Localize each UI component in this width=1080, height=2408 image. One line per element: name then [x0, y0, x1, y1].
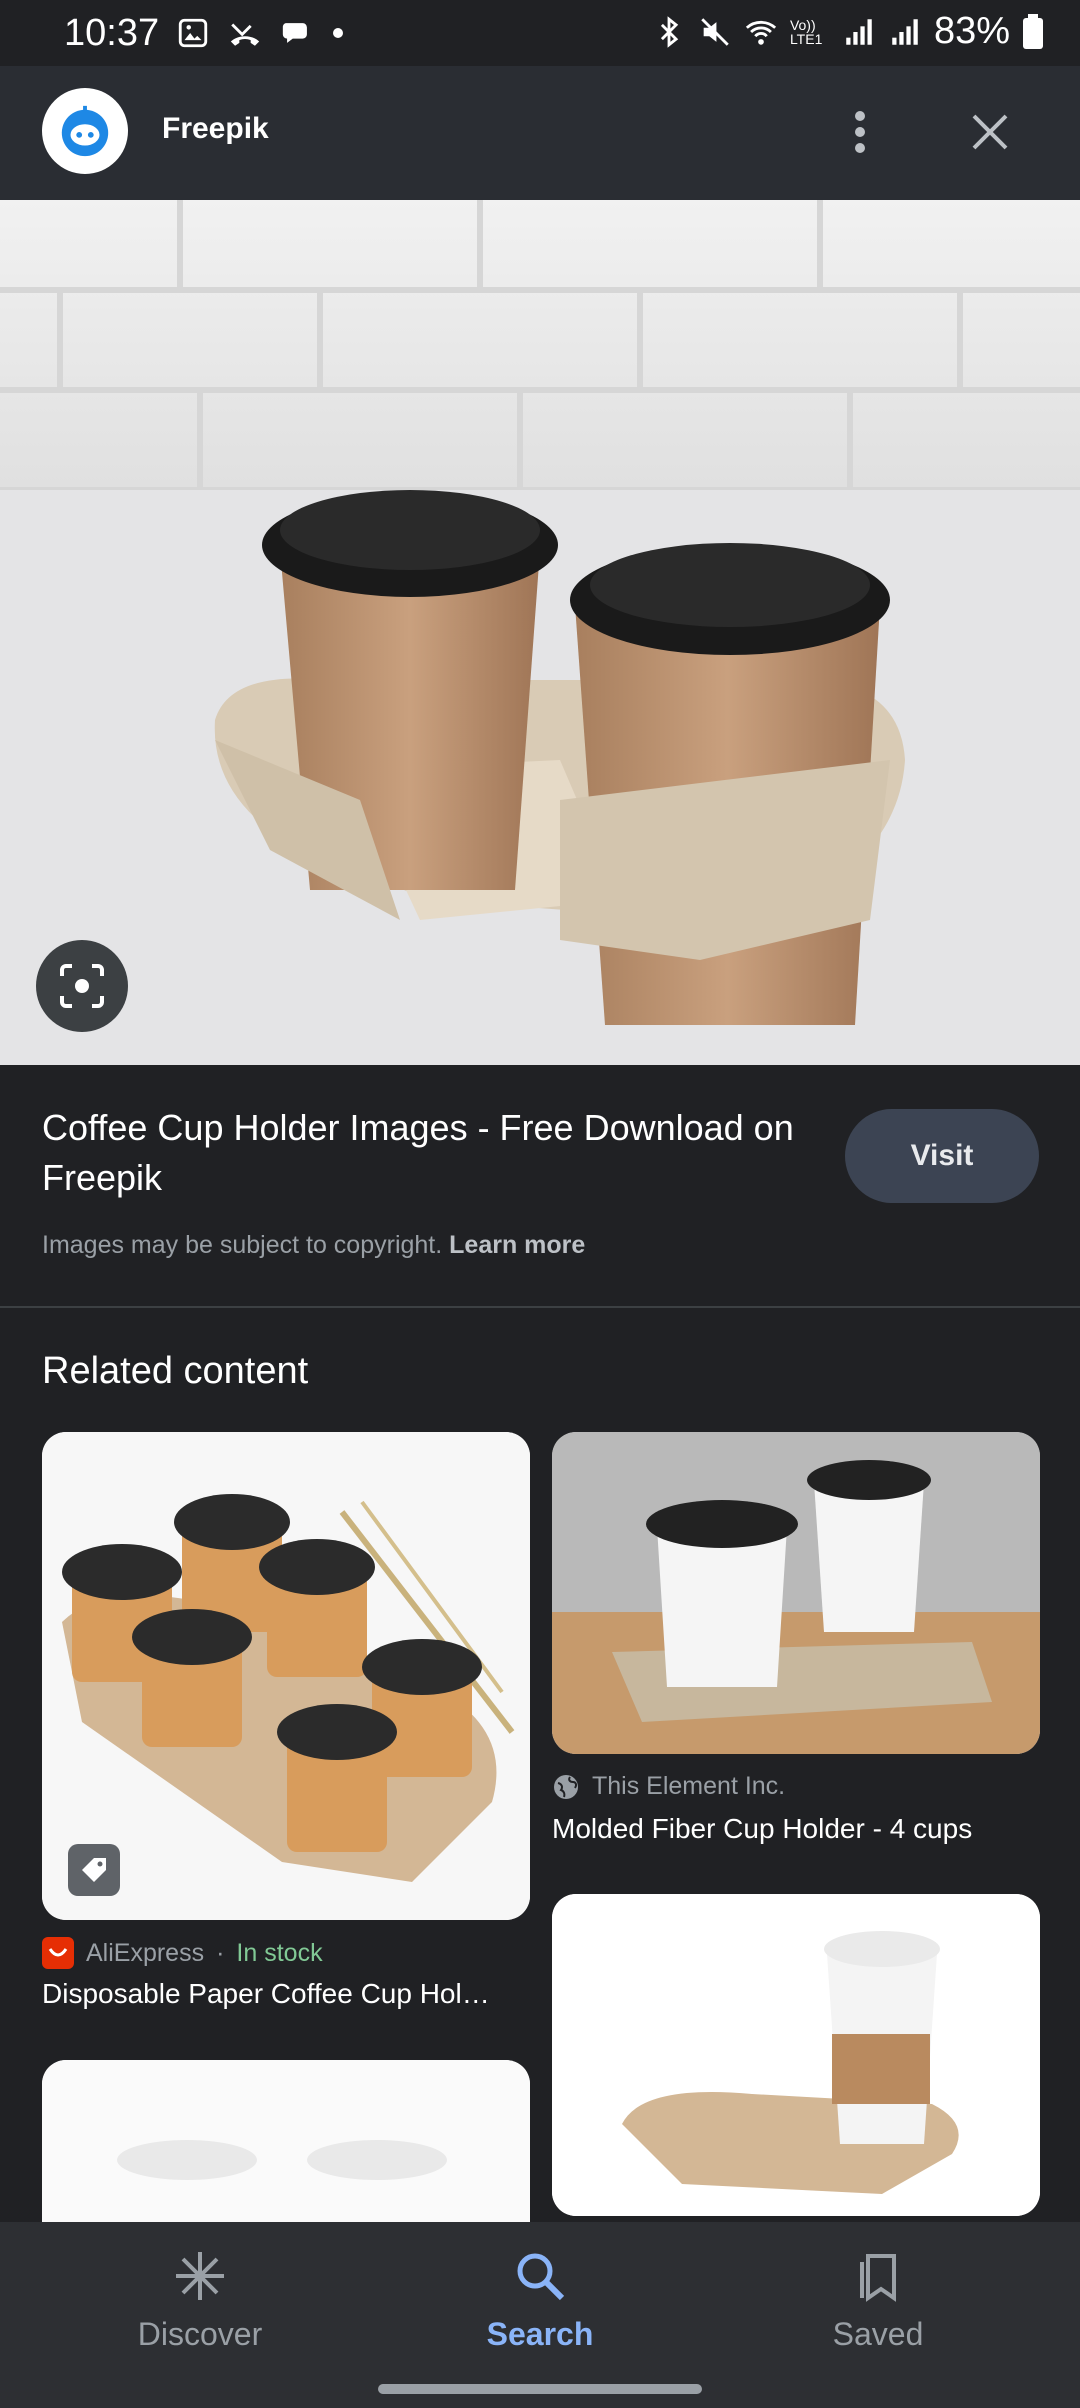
nav-search-label: Search [486, 2316, 594, 2352]
bottom-navigation: Discover Search Saved [0, 2222, 1080, 2408]
mute-icon [701, 17, 729, 46]
result-title[interactable]: Coffee Cup Holder Images - Free Download… [42, 1103, 802, 1203]
bluetooth-icon [660, 15, 679, 48]
signal-icon [892, 18, 918, 45]
status-time: 10:37 [64, 12, 160, 54]
hero-image[interactable] [0, 200, 1080, 1065]
visit-button[interactable]: Visit [845, 1109, 1039, 1203]
coffee-cups-photo [0, 200, 1080, 1065]
volte-indicator: Vo)) LTE1 [789, 16, 823, 47]
gallery-icon [178, 18, 208, 48]
globe-icon [554, 1774, 578, 1799]
source-avatar[interactable] [42, 88, 128, 174]
related-card-image[interactable] [42, 1432, 530, 1920]
wifi-icon [745, 20, 777, 45]
card-source-name: AliExpress [86, 1938, 205, 1967]
source-title: Freepik [162, 112, 269, 145]
card-source-name: This Element Inc. [592, 1772, 786, 1800]
chat-icon [282, 23, 307, 43]
more-options-button[interactable] [840, 100, 880, 164]
home-indicator[interactable] [378, 2384, 702, 2394]
app-bar: Freepik [0, 66, 1080, 200]
nav-discover-label: Discover [137, 2316, 263, 2352]
status-bar: 10:37 Vo)) LTE1 83% [0, 0, 1080, 66]
section-divider [0, 1306, 1080, 1308]
card-title[interactable]: Molded Fiber Cup Holder - 4 cups [552, 1813, 1040, 1845]
copyright-text: Images may be subject to copyright. [42, 1231, 443, 1259]
related-card-image[interactable] [552, 1432, 1040, 1754]
nav-discover[interactable]: Discover [80, 2248, 320, 2353]
more-vert-icon [855, 111, 865, 153]
asterisk-icon [176, 2252, 224, 2300]
aliexpress-logo-icon [42, 1937, 74, 1969]
battery-icon [1023, 13, 1043, 49]
close-button[interactable] [958, 100, 1022, 164]
related-card-image[interactable] [552, 1894, 1040, 2216]
two-white-cups-photo [552, 1432, 1040, 1754]
freepik-logo-icon [61, 105, 109, 157]
status-left-icons [176, 16, 344, 50]
cup-in-tray-photo [552, 1894, 1040, 2216]
learn-more-link[interactable]: Learn more [449, 1231, 585, 1259]
lens-icon [60, 964, 104, 1008]
status-right-icons: Vo)) LTE1 83% [652, 10, 1044, 53]
shopping-tag-badge [68, 1844, 120, 1896]
nav-saved[interactable]: Saved [758, 2248, 998, 2353]
search-icon [517, 2253, 565, 2301]
card-title[interactable]: Disposable Paper Coffee Cup Hol… [42, 1978, 530, 2010]
missed-call-icon [230, 23, 260, 46]
card-source-row: This Element Inc. [552, 1772, 785, 1801]
result-info: Coffee Cup Holder Images - Free Download… [0, 1065, 1080, 1307]
tag-icon [82, 1858, 106, 1882]
nav-saved-label: Saved [832, 2316, 924, 2352]
copyright-notice: Images may be subject to copyright. Lear… [42, 1231, 585, 1260]
close-icon [972, 114, 1008, 150]
card-source-row: AliExpress · In stock [42, 1937, 323, 1969]
stock-status: In stock [236, 1938, 323, 1967]
lens-button[interactable] [36, 940, 128, 1032]
dot-icon [333, 28, 343, 38]
nav-search[interactable]: Search [420, 2248, 660, 2353]
battery-percent: 83% [933, 10, 1010, 52]
related-content-heading: Related content [42, 1350, 309, 1392]
signal-icon [846, 18, 872, 45]
bookmarks-icon [860, 2254, 896, 2302]
card-source-separator: · [216, 1938, 225, 1967]
